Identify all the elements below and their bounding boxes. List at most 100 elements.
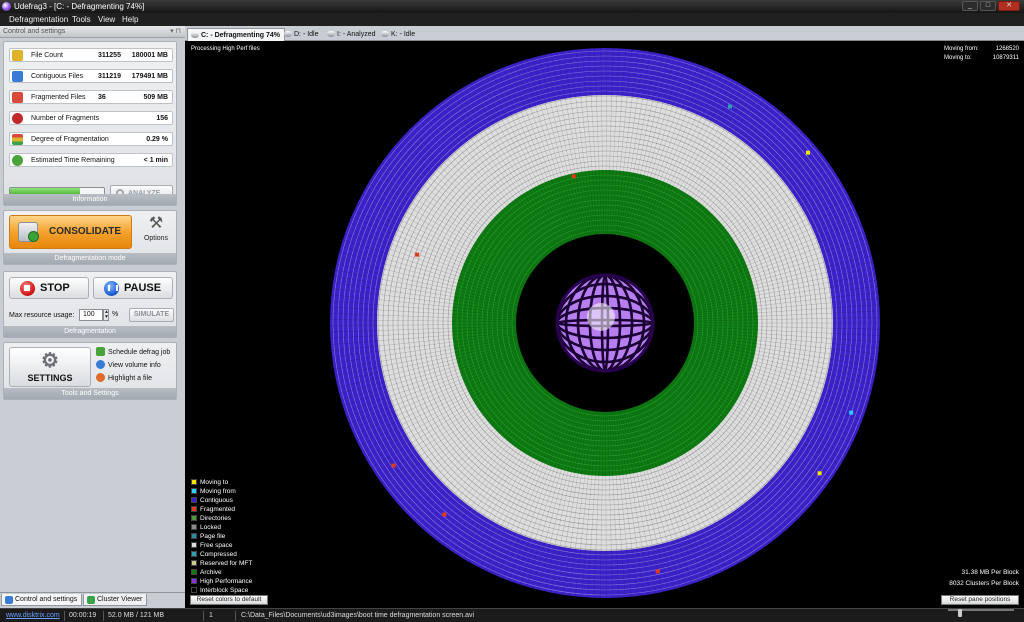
legend-label: Free space [200,542,233,549]
defragmentation-group: STOP PAUSE Max resource usage: 100 ▲ ▼ % … [3,271,177,338]
legend-label: Archive [200,569,222,576]
simulate-button[interactable]: SIMULATE [129,308,174,322]
highlight-icon [96,373,105,382]
menu-bar: Defragmentation Tools View Help [0,13,1024,26]
schedule-defrag-link[interactable]: Schedule defrag job [96,347,170,358]
tab-volume-d[interactable]: D: - Idle [281,28,323,41]
pin-icon[interactable]: ▾ ⊓ [170,26,181,38]
legend-item: Free space [190,541,280,550]
tools-settings-label: Tools and Settings [4,388,176,399]
drive-icon [284,31,292,37]
reset-colors-button[interactable]: Reset colors to default [190,595,268,605]
legend-label: Locked [200,524,221,531]
reset-pane-button[interactable]: Reset pane positions [941,595,1019,605]
file-path: C:\Data_Files\Documents\ud3images\boot t… [241,612,475,619]
stop-icon [20,281,35,296]
divider [103,611,104,621]
legend-item: Compressed [190,550,280,559]
legend-swatch [191,569,197,575]
options-button[interactable]: ⚒ Options [138,214,174,248]
resource-spinner[interactable]: ▲ ▼ [103,309,109,321]
settings-button[interactable]: ⚙ SETTINGS [9,347,91,387]
website-link[interactable]: www.disktrix.com [6,609,60,622]
menu-view[interactable]: View [98,13,115,26]
highlight-file-link[interactable]: Highlight a file [96,373,152,384]
stat-file-count: File Count 311255 180001 MB [9,48,173,62]
legend-swatch [191,542,197,548]
legend-label: Directories [200,515,232,522]
control-panel: Control and settings ▾ ⊓ File Count 31125… [0,26,185,608]
info-icon [96,360,105,369]
moving-to-value: 10879311 [992,55,1019,61]
fragments-icon [12,113,23,124]
cluster-map-viewer[interactable]: Processing High Perf files Moving from: … [187,42,1022,605]
legend-item: Moving from [190,487,280,496]
divider [64,611,65,621]
moving-from-label: Moving from: [944,46,979,52]
tab-volume-c[interactable]: C: - Defragmenting 74% [187,28,285,41]
minimize-button[interactable]: _ [962,1,978,11]
information-label: Information [4,194,176,205]
menu-defragmentation[interactable]: Defragmentation [9,13,68,26]
stat-number-of-fragments: Number of Fragments 156 [9,111,173,125]
legend-swatch [191,515,197,521]
legend-label: Reserved for MFT [200,560,253,567]
max-resource-input[interactable]: 100 [79,309,103,321]
app-window: Udefrag3 - [C: - Defragmenting 74%] _ □ … [0,0,1024,622]
legend-swatch [191,524,197,530]
legend-swatch [191,587,197,593]
drive-icon [381,31,389,37]
moving-to-label: Moving to: [944,55,972,61]
app-icon [2,2,11,11]
defrag-mode-group: CONSOLIDATE ⚒ Options Defragmentation mo… [3,210,177,265]
arrow-down-icon [28,231,39,242]
tab-cluster-viewer[interactable]: Cluster Viewer [83,594,147,606]
left-bottom-tabs: Control and settings Cluster Viewer [0,592,185,606]
menu-help[interactable]: Help [122,13,138,26]
tools-group: ⚙ SETTINGS Schedule defrag job View volum… [3,342,177,400]
legend-swatch [191,488,197,494]
legend-item: Moving to [190,478,280,487]
memory-usage: 52.0 MB / 121 MB [108,612,165,619]
consolidate-button[interactable]: CONSOLIDATE [9,215,132,249]
stat-fragmented-files: Fragmented Files 36 509 MB [9,90,173,104]
clusters-per-block: 8032 Clusters Per Block [949,580,1019,587]
contiguous-files-icon [12,71,23,82]
max-resource-label: Max resource usage: [9,312,75,319]
defrag-mode-label: Defragmentation mode [4,253,176,264]
legend-label: Compressed [200,551,237,558]
mb-per-block: 31.38 MB Per Block [961,569,1019,576]
legend-label: Moving from [200,488,236,495]
tab-control-and-settings[interactable]: Control and settings [1,594,82,606]
viewer-panel: C: - Defragmenting 74% D: - Idle I: - An… [185,26,1024,608]
legend-item: Page file [190,532,280,541]
tab-volume-k[interactable]: K: - Idle [378,28,419,41]
zoom-slider-handle[interactable] [958,609,962,617]
disk-cluster-map[interactable] [187,42,1022,605]
legend-item: Directories [190,514,280,523]
legend-label: Moving to [200,479,229,486]
legend-item: Locked [190,523,280,532]
tab-volume-i[interactable]: I: - Analyzed [324,28,380,41]
clock-icon [12,155,23,166]
panel-title: Control and settings ▾ ⊓ [0,26,185,38]
stat-estimated-time: Estimated Time Remaining < 1 min [9,153,173,167]
moving-from-value: 1268520 [995,46,1019,52]
counter: 1 [209,612,213,619]
stop-button[interactable]: STOP [9,277,89,299]
maximize-button[interactable]: □ [980,1,996,11]
legend-swatch [191,551,197,557]
legend-swatch [191,506,197,512]
drive-icon [191,32,199,38]
stat-degree-of-fragmentation: Degree of Fragmentation 0.29 % [9,132,173,146]
menu-tools[interactable]: Tools [72,13,91,26]
pause-icon [104,281,119,296]
close-button[interactable]: ✕ [998,1,1020,11]
fragmentation-degree-icon [12,134,23,145]
processing-status: Processing High Perf files [191,46,260,52]
files-icon [12,50,23,61]
legend-item: Contiguous [190,496,280,505]
pause-button[interactable]: PAUSE [93,277,173,299]
view-volume-info-link[interactable]: View volume info [96,360,161,371]
legend-swatch [191,533,197,539]
